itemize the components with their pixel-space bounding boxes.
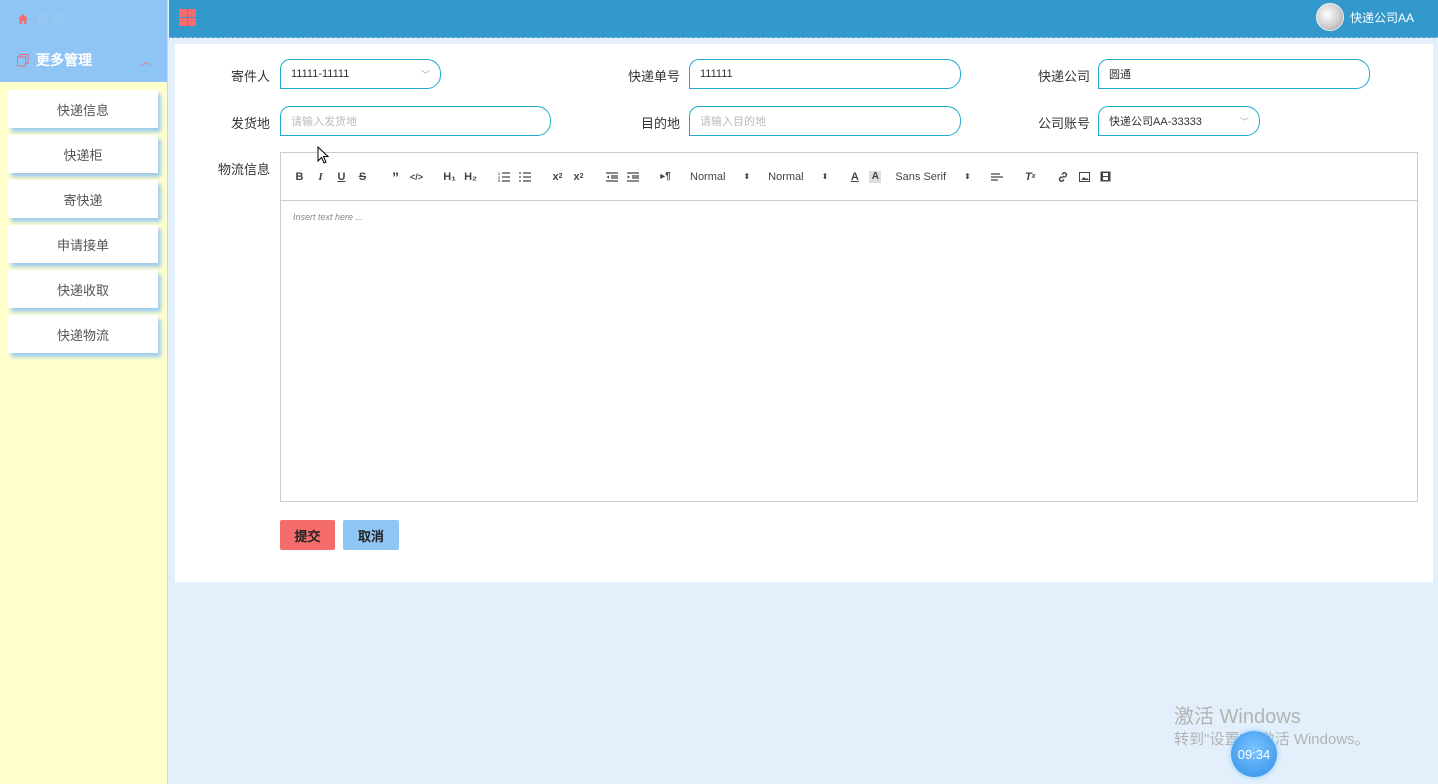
sidebar-item-express-info[interactable]: 快递信息	[8, 90, 158, 128]
top-bar: 快递公司AA	[169, 0, 1438, 38]
text-direction-icon[interactable]: ▸¶	[655, 167, 676, 187]
sender-label: 寄件人	[230, 69, 270, 84]
tracking-no-value: 111111	[700, 68, 733, 80]
clock-widget[interactable]: 09:34	[1231, 731, 1277, 777]
rich-text-editor: B I U S ” </> H₁ H₂ 123 x2 x2 ▸¶ Normal …	[280, 152, 1418, 502]
sidebar-item-logistics[interactable]: 快递物流	[8, 315, 158, 353]
destination-placeholder: 请输入目的地	[700, 116, 766, 128]
font-size-select[interactable]: Normal ⬍	[768, 167, 832, 187]
blockquote-icon[interactable]: ”	[385, 167, 406, 187]
header-2-icon[interactable]: H₂	[460, 167, 481, 187]
sidebar-submenu: 快递信息 快递柜 寄快递 申请接单 快递收取 快递物流	[0, 82, 167, 353]
image-icon[interactable]	[1074, 167, 1095, 187]
video-icon[interactable]	[1095, 167, 1116, 187]
svg-text:3: 3	[498, 179, 500, 182]
origin-input[interactable]: 请输入发货地	[280, 106, 551, 136]
username: 快递公司AA	[1349, 10, 1414, 25]
italic-icon[interactable]: I	[310, 167, 331, 187]
sidebar-group-more[interactable]: 更多管理 ︿	[0, 38, 167, 82]
mouse-cursor-icon	[317, 146, 329, 164]
company-account-select[interactable]: 快递公司AA-33333 ﹀	[1098, 106, 1260, 136]
sidebar-item-send[interactable]: 寄快递	[8, 180, 158, 218]
header-size-value: Normal	[690, 170, 726, 183]
menu-grid-icon[interactable]	[179, 9, 196, 26]
activation-watermark-title: 激活 Windows	[1174, 706, 1301, 728]
editor-content[interactable]: Insert text here ...	[281, 201, 1417, 233]
outdent-icon[interactable]	[601, 167, 622, 187]
copy-icon	[16, 53, 30, 67]
company-value: 圆通	[1109, 69, 1131, 81]
select-arrows-icon: ⬍	[821, 172, 829, 181]
home-icon	[16, 12, 30, 26]
bold-icon[interactable]: B	[289, 167, 310, 187]
chevron-down-icon: ﹀	[420, 70, 430, 80]
strikethrough-icon[interactable]: S	[352, 167, 373, 187]
clear-format-icon[interactable]: Tx	[1020, 167, 1041, 187]
company-account-value: 快递公司AA-33333	[1109, 116, 1202, 128]
header-size-select[interactable]: Normal ⬍	[690, 167, 754, 187]
header-1-icon[interactable]: H₁	[439, 167, 460, 187]
code-icon[interactable]: </>	[406, 167, 427, 187]
cancel-button[interactable]: 取消	[343, 520, 399, 550]
sidebar-group-label: 更多管理	[36, 52, 92, 68]
sidebar: 首页 更多管理 ︿ 快递信息 快递柜 寄快递 申请接单 快递收取 快递物流	[0, 0, 168, 784]
sidebar-item-pickup[interactable]: 快递收取	[8, 270, 158, 308]
sidebar-item-label: 首页	[36, 11, 64, 27]
underline-icon[interactable]: U	[331, 167, 352, 187]
tracking-no-label: 快递单号	[627, 69, 680, 84]
sidebar-item-home[interactable]: 首页	[0, 0, 167, 38]
link-icon[interactable]	[1053, 167, 1074, 187]
sidebar-item-accept-order[interactable]: 申请接单	[8, 225, 158, 263]
ordered-list-icon[interactable]: 123	[493, 167, 514, 187]
font-family-value: Sans Serif	[895, 170, 947, 183]
form-card: 寄件人 11111-11111 ﹀ 快递单号 111111 快递公司 圆通 发货…	[175, 44, 1433, 582]
font-family-select[interactable]: Sans Serif ⬍	[895, 167, 974, 187]
editor-placeholder: Insert text here ...	[293, 212, 364, 222]
superscript-icon[interactable]: x2	[568, 167, 589, 187]
origin-label: 发货地	[230, 116, 270, 131]
align-icon[interactable]	[987, 167, 1008, 187]
avatar[interactable]	[1315, 3, 1344, 31]
chevron-up-icon: ︿	[141, 56, 151, 68]
company-account-label: 公司账号	[1037, 116, 1090, 131]
sender-value: 11111-11111	[291, 68, 350, 80]
company-label: 快递公司	[1037, 69, 1090, 84]
submit-button[interactable]: 提交	[280, 520, 335, 550]
sidebar-item-locker[interactable]: 快递柜	[8, 135, 158, 173]
background-color-icon[interactable]: A	[869, 170, 882, 183]
logistics-label: 物流信息	[217, 162, 270, 177]
select-arrows-icon: ⬍	[964, 172, 971, 181]
subscript-icon[interactable]: x2	[547, 167, 568, 187]
company-input[interactable]: 圆通	[1098, 59, 1370, 89]
destination-input[interactable]: 请输入目的地	[689, 106, 961, 136]
font-size-value: Normal	[768, 170, 804, 183]
tracking-no-input[interactable]: 111111	[689, 59, 961, 89]
font-color-icon[interactable]: A	[844, 167, 865, 187]
chevron-down-icon: ﹀	[1239, 117, 1249, 127]
select-arrows-icon: ⬍	[743, 172, 751, 181]
user-menu[interactable]: 快递公司AA	[1315, 3, 1414, 31]
sender-select[interactable]: 11111-11111 ﹀	[280, 59, 441, 89]
editor-toolbar: B I U S ” </> H₁ H₂ 123 x2 x2 ▸¶ Normal …	[281, 153, 1417, 201]
destination-label: 目的地	[640, 116, 680, 131]
bullet-list-icon[interactable]	[514, 167, 535, 187]
indent-icon[interactable]	[622, 167, 643, 187]
origin-placeholder: 请输入发货地	[291, 116, 357, 128]
sidebar-header: 首页 更多管理 ︿	[0, 0, 167, 82]
